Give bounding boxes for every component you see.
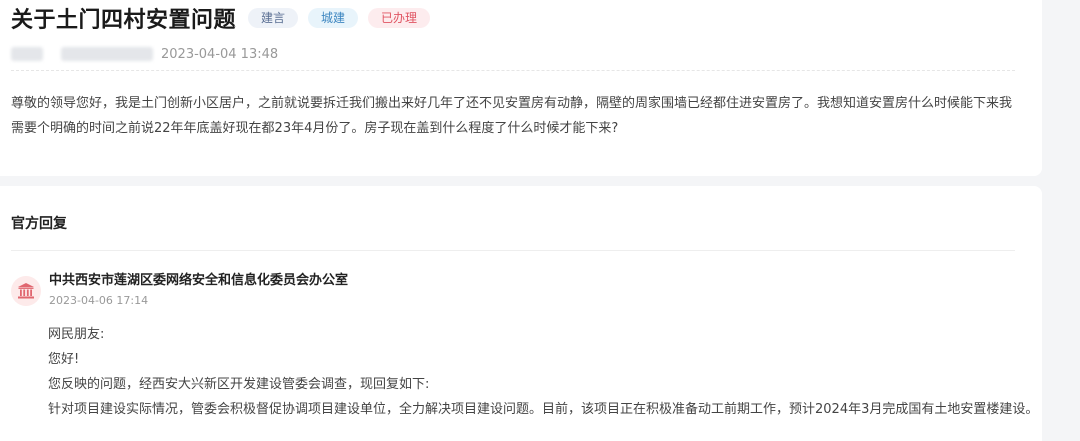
page-title: 关于土门四村安置问题 — [11, 8, 237, 33]
question-card: 关于土门四村安置问题 建言 城建 已办理 2023-04-04 13:48 尊敬… — [0, 0, 1042, 176]
tag-category: 城建 — [308, 8, 359, 28]
divider — [11, 250, 1015, 251]
blurred-avatar — [11, 47, 43, 61]
reply-line: 网民朋友: — [48, 327, 105, 342]
reply-body: 网民朋友: 您好! 您反映的问题，经西安大兴新区开发建设管委会调查，现回复如下:… — [48, 322, 1038, 422]
government-building-icon — [11, 276, 41, 306]
divider — [11, 70, 1015, 71]
reply-line: 您反映的问题，经西安大兴新区开发建设管委会调查，现回复如下: — [48, 377, 430, 392]
question-body: 尊敬的领导您好，我是土门创新小区居户，之前就说要拆迁我们搬出来好几年了还不见安置… — [11, 96, 1013, 136]
reply-line: 您好! — [48, 352, 80, 367]
org-block: 中共西安市莲湖区委网络安全和信息化委员会办公室 2023-04-06 17:14 — [49, 272, 348, 307]
reply-org-name: 中共西安市莲湖区委网络安全和信息化委员会办公室 — [49, 273, 349, 288]
reply-card: 官方回复 中共西安市莲湖区委网络安全和信息化委员会办公室 2023-04-06 … — [0, 186, 1042, 441]
tag-suggestion: 建言 — [248, 8, 299, 28]
blurred-username — [61, 47, 153, 61]
question-date: 2023-04-04 13:48 — [161, 46, 279, 62]
reply-section-title: 官方回复 — [11, 216, 67, 232]
reply-date: 2023-04-06 17:14 — [49, 294, 149, 307]
title-row: 关于土门四村安置问题 建言 城建 已办理 — [11, 3, 431, 33]
status-badge: 已办理 — [368, 8, 431, 28]
reply-line: 针对项目建设实际情况，管委会积极督促协调项目建设单位，全力解决项目建设问题。目前… — [48, 402, 1039, 417]
reply-header: 中共西安市莲湖区委网络安全和信息化委员会办公室 2023-04-06 17:14 — [11, 272, 348, 307]
question-meta: 2023-04-04 13:48 — [11, 45, 278, 63]
